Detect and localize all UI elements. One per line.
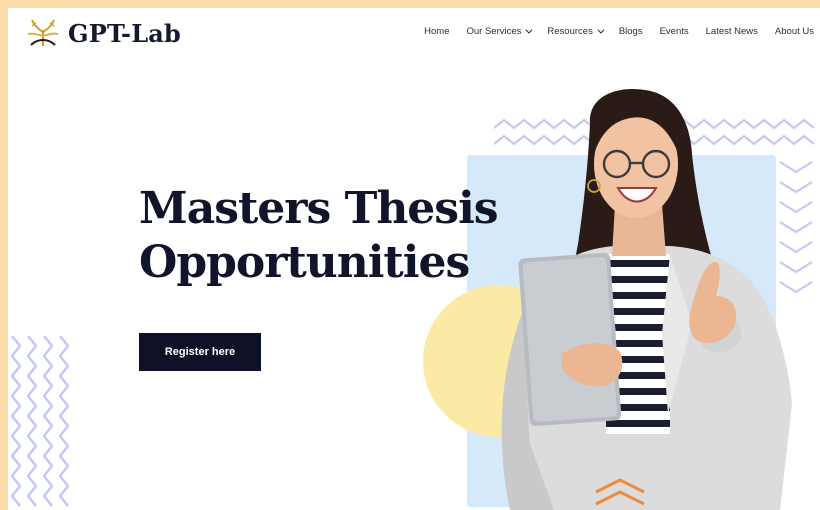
- nav-latest-news-label: Latest News: [705, 26, 758, 37]
- nav-about-us-label: About Us: [774, 26, 814, 37]
- register-button[interactable]: Register here: [139, 333, 261, 371]
- nav-home[interactable]: Home: [424, 26, 449, 37]
- nav-events[interactable]: Events: [660, 26, 689, 37]
- hero-title-line-2: Opportunities: [139, 237, 470, 288]
- nav-resources-label: Resources: [547, 26, 593, 37]
- nav-resources[interactable]: Resources: [547, 26, 605, 37]
- hero-title-line-1: Masters Thesis: [139, 183, 499, 234]
- page: GPT-Lab Home Our Services Resources Blog…: [8, 8, 820, 510]
- main-nav: Home Our Services Resources Blogs Events…: [424, 26, 814, 37]
- nav-latest-news[interactable]: Latest News: [706, 26, 758, 37]
- brand-logo[interactable]: GPT-Lab: [26, 16, 181, 50]
- hero-title: Masters Thesis Opportunities: [139, 182, 499, 290]
- zigzag-left-decoration: [10, 336, 70, 507]
- nav-blogs[interactable]: Blogs: [619, 26, 643, 37]
- nav-events-label: Events: [659, 26, 689, 37]
- logo-icon: [27, 19, 59, 46]
- chevron-down-icon: [597, 26, 605, 34]
- nav-blogs-label: Blogs: [618, 26, 643, 37]
- brand-name: GPT-Lab: [68, 18, 181, 48]
- nav-home-label: Home: [424, 26, 450, 37]
- hero-person-image: [501, 89, 792, 510]
- nav-our-services[interactable]: Our Services: [466, 26, 533, 37]
- nav-our-services-label: Our Services: [466, 26, 522, 37]
- nav-about-us[interactable]: About Us: [775, 26, 814, 37]
- chevron-down-icon: [525, 26, 533, 34]
